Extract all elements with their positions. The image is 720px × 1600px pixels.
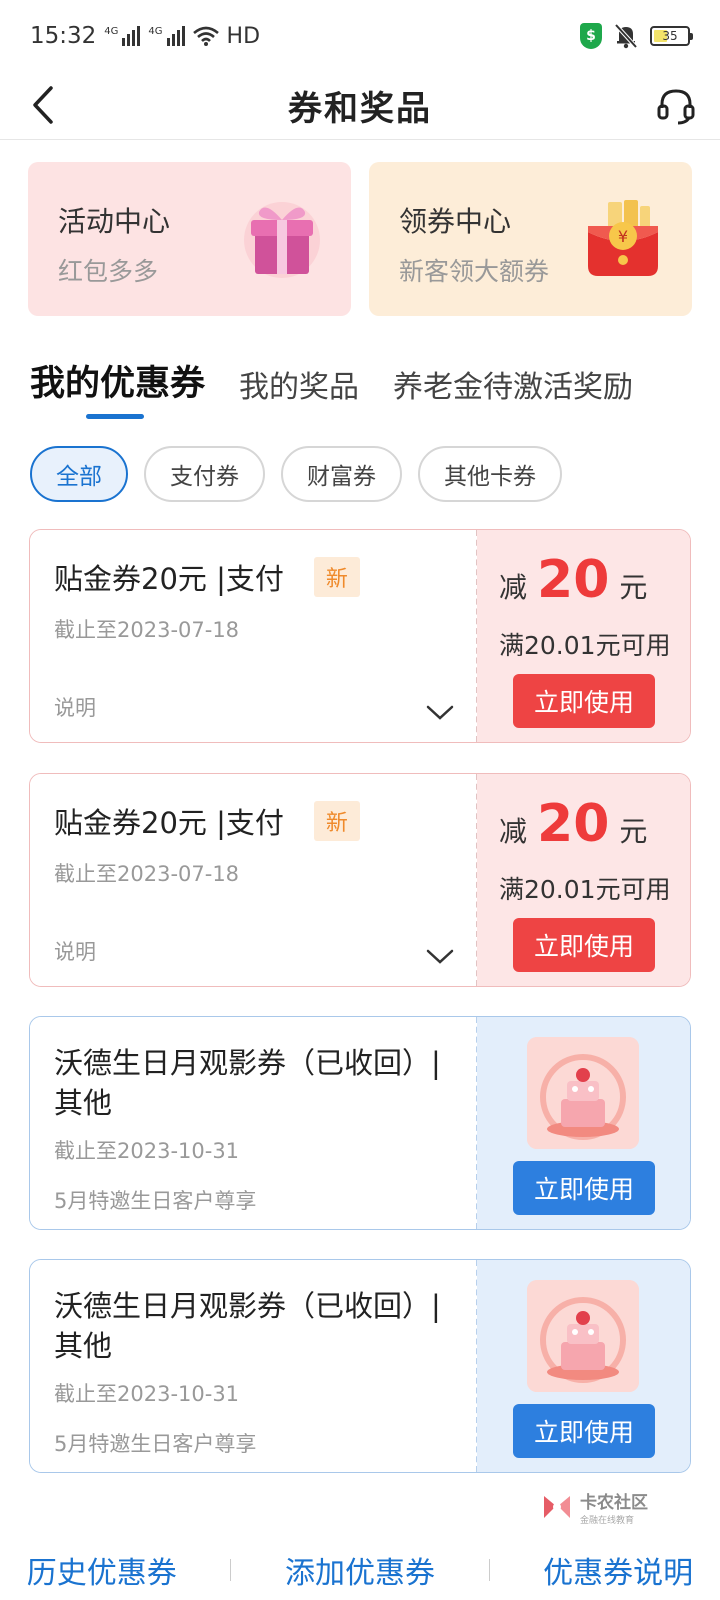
chip-payment[interactable]: 支付券 (144, 446, 265, 502)
coupon-note[interactable]: 说明 (54, 692, 96, 722)
use-now-button[interactable]: 立即使用 (513, 1161, 655, 1215)
promo-row: 活动中心 红包多多 领券中心 新客领大额券 ¥ (28, 162, 692, 316)
battery-icon: 35 (650, 26, 693, 46)
activity-center-card[interactable]: 活动中心 红包多多 (28, 162, 351, 316)
status-bar: 15:32 4G 4G HD $ 35 (0, 0, 720, 72)
back-button[interactable] (18, 80, 68, 130)
svg-text:¥: ¥ (618, 227, 628, 246)
add-coupon-link[interactable]: 添加优惠券 (285, 1548, 435, 1592)
coupon-title: 贴金券20元 |支付 (54, 562, 284, 596)
use-now-button[interactable]: 立即使用 (513, 1404, 655, 1458)
coupon-value: 立即使用 (477, 1017, 690, 1229)
page-title: 券和奖品 (288, 89, 432, 129)
status-right: $ 35 (580, 23, 693, 49)
birthday-cake-icon (527, 1037, 639, 1149)
coupon-value: 减 20 元 满20.01元可用 立即使用 (477, 774, 690, 986)
signal-icon: 4G (148, 26, 185, 46)
coupon-card[interactable]: 贴金券20元 |支付 新 截止至2023-07-18 说明 减 20 元 满20… (29, 529, 691, 743)
coupon-card[interactable]: 贴金券20元 |支付 新 截止至2023-07-18 说明 减 20 元 满20… (29, 773, 691, 987)
watermark: 卡农社区 金融在线教育 (540, 1480, 670, 1534)
bottom-link-bar: 历史优惠券 添加优惠券 优惠券说明 (0, 1540, 720, 1600)
use-now-button[interactable]: 立即使用 (513, 918, 655, 972)
active-tab-indicator (86, 414, 144, 419)
amount-prefix: 减 (499, 571, 528, 604)
chip-all[interactable]: 全部 (30, 446, 128, 502)
security-shield-icon: $ (580, 23, 602, 49)
amount-row: 减 20 元 (499, 794, 647, 854)
nav-header: 券和奖品 (0, 72, 720, 140)
chevron-down-icon[interactable] (425, 702, 455, 722)
tab-bar: 我的优惠券 我的奖品 养老金待激活奖励 (30, 356, 633, 406)
amount-prefix: 减 (499, 815, 528, 848)
amount-value: 20 (537, 550, 610, 610)
divider (230, 1559, 232, 1581)
chip-other-cards[interactable]: 其他卡券 (418, 446, 562, 502)
coupon-info: 沃德生日月观影券（已收回）|其他 截止至2023-10-31 5月特邀生日客户尊… (30, 1017, 477, 1229)
use-now-button[interactable]: 立即使用 (513, 674, 655, 728)
tab-my-coupons[interactable]: 我的优惠券 (30, 355, 205, 406)
coupon-condition: 满20.01元可用 (499, 875, 671, 904)
chevron-down-icon[interactable] (425, 946, 455, 966)
coupon-title: 沃德生日月观影券（已收回）|其他 (54, 1289, 441, 1363)
coupon-description: 5月特邀生日客户尊享 (54, 1189, 257, 1213)
customer-service-button[interactable] (650, 80, 702, 132)
divider (488, 1559, 490, 1581)
amount-value: 20 (537, 794, 610, 854)
watermark-text: 卡农社区 (580, 1493, 648, 1513)
new-badge: 新 (313, 557, 360, 597)
coupon-info: 沃德生日月观影券（已收回）|其他 截止至2023-10-31 5月特邀生日客户尊… (30, 1260, 477, 1472)
bell-muted-icon (614, 23, 638, 49)
coupon-card[interactable]: 沃德生日月观影券（已收回）|其他 截止至2023-10-31 5月特邀生日客户尊… (29, 1259, 691, 1473)
gift-box-icon (244, 202, 320, 278)
signal-icon: 4G (104, 26, 141, 46)
kanong-logo-icon (544, 1496, 570, 1518)
coupon-explanation-link[interactable]: 优惠券说明 (543, 1548, 693, 1592)
red-envelope-icon: ¥ (588, 200, 658, 276)
amount-unit: 元 (619, 571, 648, 604)
chevron-left-icon (33, 86, 53, 124)
coupon-info: 贴金券20元 |支付 新 截止至2023-07-18 说明 (30, 530, 477, 742)
hd-indicator: HD (226, 23, 261, 49)
coupon-card[interactable]: 沃德生日月观影券（已收回）|其他 截止至2023-10-31 5月特邀生日客户尊… (29, 1016, 691, 1230)
coupon-info: 贴金券20元 |支付 新 截止至2023-07-18 说明 (30, 774, 477, 986)
coupon-title: 沃德生日月观影券（已收回）|其他 (54, 1046, 441, 1120)
tab-my-prizes[interactable]: 我的奖品 (239, 362, 359, 406)
status-time: 15:32 (30, 23, 97, 49)
wifi-icon (192, 26, 219, 46)
birthday-cake-icon (527, 1280, 639, 1392)
amount-unit: 元 (619, 815, 648, 848)
coupon-condition: 满20.01元可用 (499, 631, 671, 660)
headset-icon (657, 89, 695, 125)
coupon-description: 5月特邀生日客户尊享 (54, 1432, 257, 1456)
history-coupons-link[interactable]: 历史优惠券 (27, 1548, 177, 1592)
tab-pension-rewards[interactable]: 养老金待激活奖励 (393, 362, 633, 406)
coupon-expiry: 截止至2023-07-18 (54, 618, 240, 642)
chip-wealth[interactable]: 财富券 (281, 446, 402, 502)
coupon-expiry: 截止至2023-10-31 (54, 1382, 240, 1406)
status-left: 15:32 4G 4G HD (30, 23, 260, 49)
coupon-value: 减 20 元 满20.01元可用 立即使用 (477, 530, 690, 742)
coupon-center-card[interactable]: 领券中心 新客领大额券 ¥ (369, 162, 692, 316)
coupon-expiry: 截止至2023-07-18 (54, 862, 240, 886)
coupon-note[interactable]: 说明 (54, 936, 96, 966)
coupon-title: 贴金券20元 |支付 (54, 806, 284, 840)
amount-row: 减 20 元 (499, 550, 647, 610)
coupon-value: 立即使用 (477, 1260, 690, 1472)
coupon-expiry: 截止至2023-10-31 (54, 1139, 240, 1163)
new-badge: 新 (313, 801, 360, 841)
watermark-subtext: 金融在线教育 (580, 1516, 635, 1526)
filter-chips: 全部 支付券 财富券 其他卡券 (30, 446, 562, 502)
